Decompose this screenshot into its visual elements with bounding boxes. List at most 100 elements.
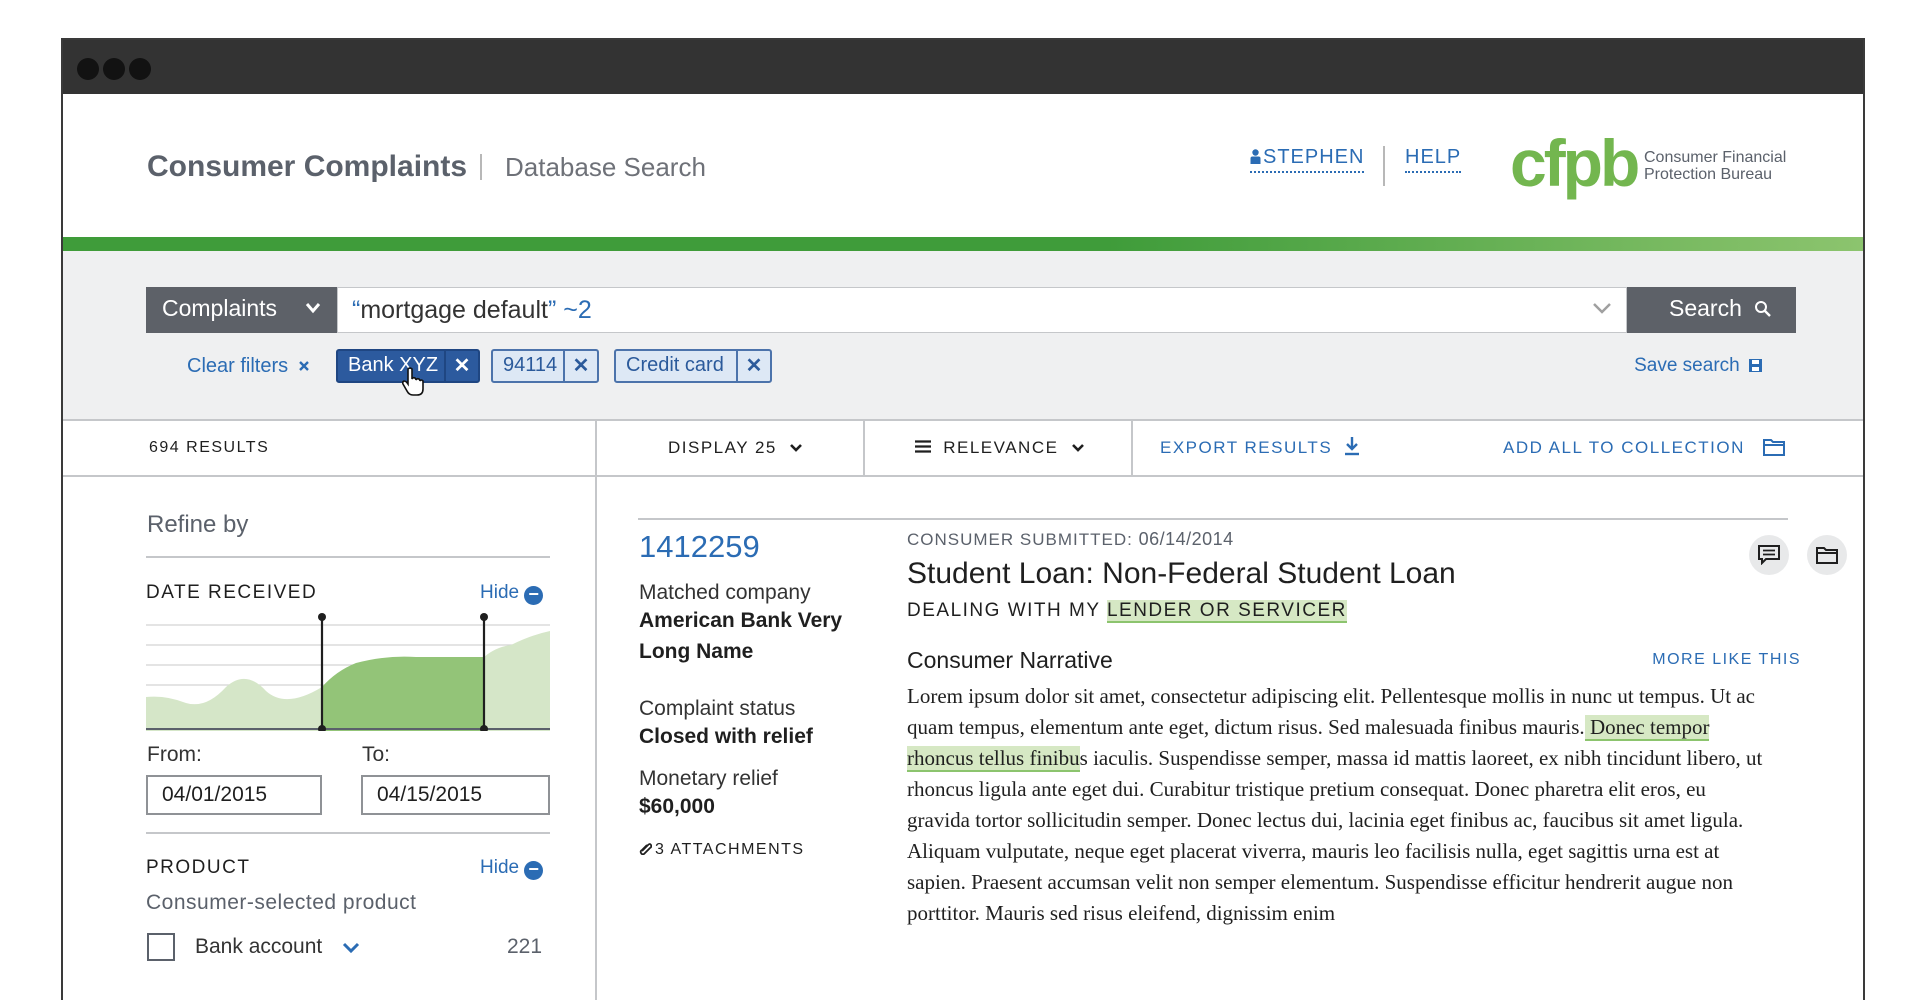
filter-chip-label: Credit card [626,354,724,376]
chevron-down-icon[interactable] [342,942,360,954]
complaint-id-link[interactable]: 1412259 [639,529,760,565]
title-divider [480,154,482,180]
results-count: 694 RESULTS [149,439,270,456]
window-close-dot[interactable] [77,58,99,80]
date-received-title: DATE RECEIVED [146,582,318,603]
complaint-result-card: 1412259 Matched company American Bank Ve… [597,477,1863,1000]
nav-divider [1383,146,1385,186]
search-button-label: Search [1669,295,1742,321]
refine-panel: Refine by DATE RECEIVED Hide− From: To: [63,477,597,1000]
download-icon [1345,437,1360,456]
date-hide-toggle[interactable]: Hide − [480,582,544,605]
date-from-input[interactable]: 04/01/2015 [146,775,322,815]
close-icon[interactable]: ✕ [563,351,597,381]
filter-chip[interactable]: 94114 ✕ [491,349,599,383]
save-icon [1749,359,1762,372]
attachments-label: 3 ATTACHMENTS [655,841,805,858]
search-area: Complaints “mortgage default” ~2 Search … [63,251,1863,421]
submitted-line: CONSUMER SUBMITTED: 06/14/2014 [907,529,1234,550]
add-all-to-collection-link[interactable]: ADD ALL TO COLLECTION [1503,421,1786,475]
more-like-this-link[interactable]: MORE LIKE THIS [1652,651,1801,669]
paperclip-icon [639,843,653,856]
save-search-label: Save search [1634,355,1740,376]
search-type-dropdown[interactable]: Complaints [146,287,337,333]
sort-label: RELEVANCE [943,438,1059,457]
attachments-link[interactable]: 3 ATTACHMENTS [639,841,805,859]
app-title: Consumer Complaints [147,150,468,183]
submitted-date: 06/14/2014 [1138,529,1234,549]
search-type-label: Complaints [162,295,278,321]
product-checkbox[interactable] [147,933,175,961]
to-label: To: [362,743,391,766]
close-icon[interactable]: ✕ [736,351,770,381]
user-icon [1250,149,1261,164]
sort-dropdown[interactable]: RELEVANCE [915,421,1085,475]
date-hide-label: Hide [480,582,520,603]
cfpb-logo[interactable]: cfpb [1510,130,1640,196]
date-to-input[interactable]: 04/15/2015 [361,775,550,815]
refine-title: Refine by [147,511,249,538]
toolbar-divider [863,421,865,475]
minus-circle-icon: − [524,860,544,880]
add-to-collection-button[interactable] [1807,535,1847,575]
search-history-chevron-icon[interactable] [1592,298,1612,321]
window-maximize-dot[interactable] [129,58,151,80]
filter-chip-label: Bank XYZ [348,354,439,376]
status-label: Complaint status [639,697,796,720]
search-input[interactable]: “mortgage default” ~2 [337,287,1627,333]
toolbar-divider [595,421,597,475]
hamburger-icon [915,440,931,453]
minus-circle-icon: − [524,585,544,605]
close-icon [298,361,309,371]
query-text: mortgage default [360,296,548,324]
results-toolbar: 694 RESULTS DISPLAY 25 RELEVANCE EXPORT … [63,421,1863,477]
query-proximity: ~2 [556,296,592,324]
narrative-title: Consumer Narrative [907,647,1113,673]
date-histogram[interactable] [146,611,550,731]
divider [146,556,550,558]
hand-cursor-icon [402,367,424,396]
product-option-label: Bank account [195,935,323,958]
toolbar-divider [1131,421,1133,475]
save-search-link[interactable]: Save search [1634,355,1763,377]
product-option-count: 221 [507,935,543,958]
complaint-issue: DEALING WITH MY LENDER OR SERVICER [907,600,1347,623]
window-minimize-dot[interactable] [103,58,125,80]
comment-button[interactable] [1749,535,1789,575]
clear-filters-label: Clear filters [187,355,289,377]
issue-highlight: LENDER OR SERVICER [1106,600,1347,623]
clear-filters-link[interactable]: Clear filters [187,355,310,378]
company-value: American Bank Very Long Name [639,609,843,663]
user-name: STEPHEN [1263,146,1365,168]
window-titlebar [63,40,1863,94]
app-header: Consumer Complaints Database Search STEP… [63,94,1863,237]
browser-window: Consumer Complaints Database Search STEP… [61,38,1865,1000]
status-value: Closed with relief [639,725,813,748]
product-hide-toggle[interactable]: Hide − [480,857,544,880]
display-count-label: DISPLAY 25 [668,438,777,457]
filter-chip[interactable]: Credit card ✕ [614,349,772,383]
close-icon[interactable]: ✕ [444,351,478,381]
search-button[interactable]: Search [1627,287,1796,333]
chevron-down-icon [790,444,803,452]
narrative-after: s iaculis. Suspendisse semper, massa id … [907,746,1763,925]
user-link[interactable]: STEPHEN [1250,146,1365,173]
company-label: Matched company [639,581,811,604]
folder-icon [1763,439,1786,456]
complaint-title: Student Loan: Non-Federal Student Loan [907,557,1456,590]
chevron-down-icon [305,298,321,319]
divider [146,832,550,834]
product-title: PRODUCT [146,857,251,878]
help-link[interactable]: HELP [1405,146,1462,173]
display-count-dropdown[interactable]: DISPLAY 25 [668,421,803,475]
logo-line-2: Protection Bureau [1644,166,1773,183]
logo-line-1: Consumer Financial [1644,149,1787,166]
search-icon [1755,301,1772,317]
narrative-text: Lorem ipsum dolor sit amet, consectetur … [907,681,1771,929]
product-hide-label: Hide [480,857,520,878]
export-results-link[interactable]: EXPORT RESULTS [1160,421,1360,475]
chevron-down-icon [1071,444,1084,452]
divider [638,518,1788,520]
relief-value: $60,000 [639,795,715,818]
add-all-label: ADD ALL TO COLLECTION [1503,438,1745,457]
